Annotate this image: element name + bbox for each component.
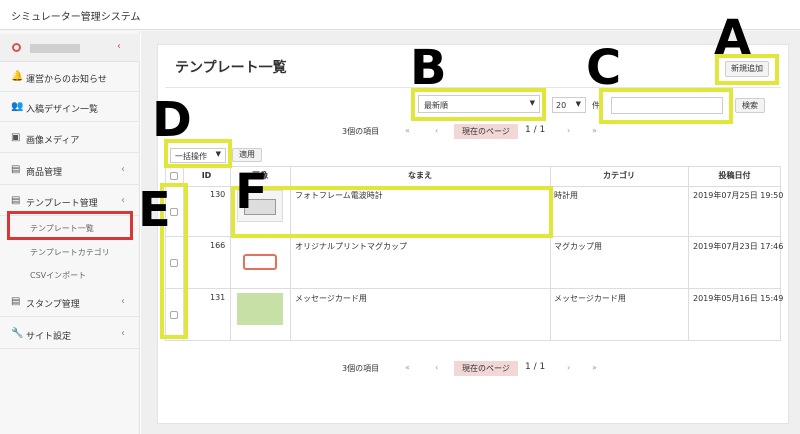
current-page-label: 現在のページ [454, 124, 518, 139]
last-page-link[interactable]: » [592, 363, 597, 372]
sidebar-item-submitted-designs[interactable]: 👥 入稿デザイン一覧 [0, 92, 140, 122]
caret-down-icon: ▼ [575, 100, 581, 108]
first-page-link[interactable]: « [405, 363, 410, 372]
apply-button[interactable]: 適用 [232, 148, 262, 162]
top-bar: シミュレーター管理システム [0, 0, 800, 30]
prev-page-link[interactable]: ‹ [435, 363, 438, 372]
database-icon: ▤ [11, 296, 21, 307]
annotation-letter-c: C [586, 40, 622, 96]
message-card-thumbnail[interactable] [237, 293, 283, 325]
bell-icon: 🔔 [11, 71, 24, 82]
user-icon [12, 43, 21, 52]
column-header-id[interactable]: ID [183, 166, 230, 186]
select-all-checkbox[interactable] [170, 172, 178, 180]
chevron-left-icon: ‹ [117, 41, 121, 52]
row-category: マグカップ用 [554, 242, 602, 251]
column-header-date[interactable]: 投稿日付 [688, 166, 781, 186]
page-info: 1 / 1 [525, 362, 546, 372]
app-title: シミュレーター管理システム [11, 12, 141, 23]
page-info: 1 / 1 [525, 125, 546, 135]
item-count: 3個の項目 [342, 127, 380, 136]
user-name-redacted [30, 44, 80, 53]
image-icon: ▣ [11, 132, 21, 143]
users-icon: 👥 [11, 101, 24, 112]
row-category: 時計用 [554, 191, 578, 200]
sidebar-item-products[interactable]: ▤ 商品管理 ‹ [0, 155, 140, 185]
row-date: 2019年07月25日 19:50 [693, 191, 784, 200]
table-row-divider [165, 288, 781, 289]
sidebar-item-notices[interactable]: 🔔 運営からのお知らせ [0, 62, 140, 92]
sidebar-item-site-settings[interactable]: 🔧 サイト設定 ‹ [0, 319, 140, 349]
annotation-letter-d: D [152, 92, 192, 148]
current-page-label: 現在のページ [454, 361, 518, 376]
database-icon: ▤ [11, 195, 21, 206]
row-name-link[interactable]: メッセージカード用 [295, 293, 367, 304]
sidebar-subitem-csv-import[interactable]: CSVインポート [0, 264, 140, 286]
page-title: テンプレート一覧 [175, 60, 287, 76]
annotation-letter-e: E [138, 182, 171, 238]
wrench-icon: 🔧 [11, 328, 24, 339]
chevron-left-icon: ‹ [121, 164, 125, 175]
database-icon: ▤ [11, 164, 21, 175]
table-col-divider [688, 166, 689, 341]
sidebar-item-image-media[interactable]: ▣ 画像メディア [0, 123, 140, 153]
row-id: 131 [210, 293, 226, 302]
column-header-name[interactable]: なまえ [290, 166, 550, 186]
sidebar-subitem-template-category[interactable]: テンプレートカテゴリ [0, 241, 140, 263]
annotation-letter-f: F [235, 164, 268, 220]
row-date: 2019年05月16日 15:49 [693, 294, 784, 303]
chevron-left-icon: ‹ [121, 195, 125, 206]
chevron-left-icon: ‹ [121, 296, 125, 307]
row-date: 2019年07月23日 17:46 [693, 242, 784, 251]
column-header-category[interactable]: カテゴリ [550, 166, 688, 186]
annotation-letter-b: B [410, 40, 447, 96]
annotation-box-f [231, 186, 553, 238]
next-page-link[interactable]: › [567, 126, 570, 135]
row-id: 130 [210, 190, 226, 199]
row-name-link[interactable]: オリジナルプリントマグカップ [295, 241, 407, 252]
last-page-link[interactable]: » [592, 126, 597, 135]
user-menu[interactable]: ‹ [0, 34, 140, 62]
chevron-left-icon: ‹ [121, 328, 125, 339]
item-count: 3個の項目 [342, 364, 380, 373]
next-page-link[interactable]: › [567, 363, 570, 372]
row-id: 166 [210, 241, 226, 250]
active-item-highlight [7, 211, 133, 240]
search-button[interactable]: 検索 [735, 98, 765, 113]
sidebar-item-stamps[interactable]: ▤ スタンプ管理 ‹ [0, 287, 140, 317]
prev-page-link[interactable]: ‹ [435, 126, 438, 135]
mug-cup-thumbnail[interactable] [237, 244, 283, 276]
annotation-letter-a: A [714, 10, 752, 66]
per-page-select[interactable]: 20 ▼ [552, 97, 586, 113]
first-page-link[interactable]: « [405, 126, 410, 135]
row-category: メッセージカード用 [554, 294, 626, 303]
